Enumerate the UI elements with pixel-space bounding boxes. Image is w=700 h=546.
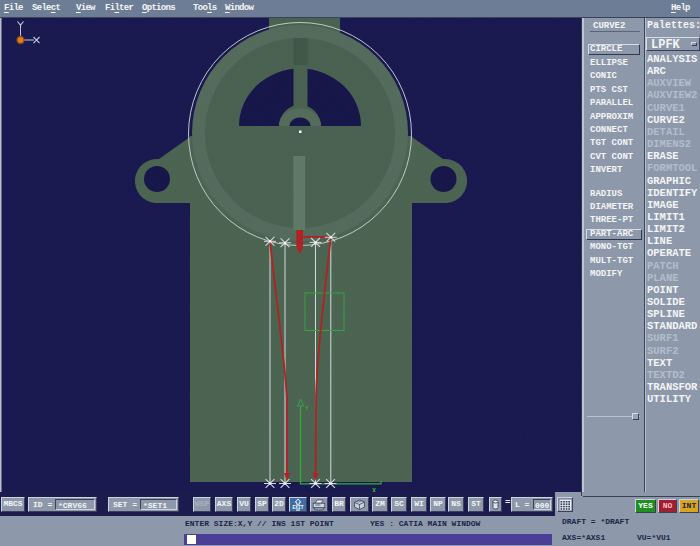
svg-text:EXIT: EXIT [293, 505, 304, 510]
